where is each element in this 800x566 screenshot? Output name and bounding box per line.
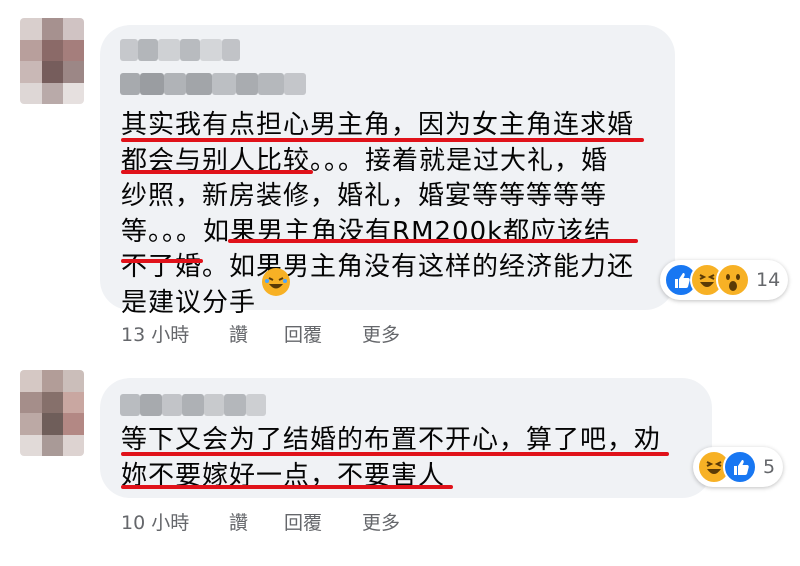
reply-button[interactable]: 回覆	[284, 508, 362, 535]
reaction-count: 5	[763, 456, 776, 478]
underline-mark	[121, 259, 203, 263]
underline-mark	[121, 170, 313, 174]
reaction-summary[interactable]: 5	[693, 447, 784, 487]
comment-actions: 13 小時 讚 回覆 更多	[121, 320, 400, 347]
more-button[interactable]: 更多	[362, 320, 400, 347]
avatar[interactable]	[20, 370, 84, 456]
timestamp[interactable]: 10 小時	[121, 508, 229, 535]
comment-actions: 10 小時 讚 回覆 更多	[121, 508, 400, 535]
reaction-summary[interactable]: 14	[660, 260, 789, 300]
reply-button[interactable]: 回覆	[284, 320, 362, 347]
like-button[interactable]: 讚	[229, 320, 284, 347]
wow-icon	[716, 263, 750, 297]
more-button[interactable]: 更多	[362, 508, 400, 535]
like-icon	[723, 450, 757, 484]
like-button[interactable]: 讚	[229, 508, 284, 535]
comment-text: 等下又会为了结婚的布置不开心，算了吧，劝 妳不要嫁好一点，不要害人	[121, 425, 662, 491]
rolling-laughing-emoji-icon	[262, 268, 290, 296]
timestamp[interactable]: 13 小時	[121, 320, 229, 347]
underline-mark	[121, 485, 453, 489]
avatar[interactable]	[20, 18, 84, 104]
reaction-count: 14	[756, 269, 781, 291]
underline-mark	[121, 452, 669, 456]
underline-mark	[121, 138, 644, 142]
underline-mark	[228, 239, 638, 243]
